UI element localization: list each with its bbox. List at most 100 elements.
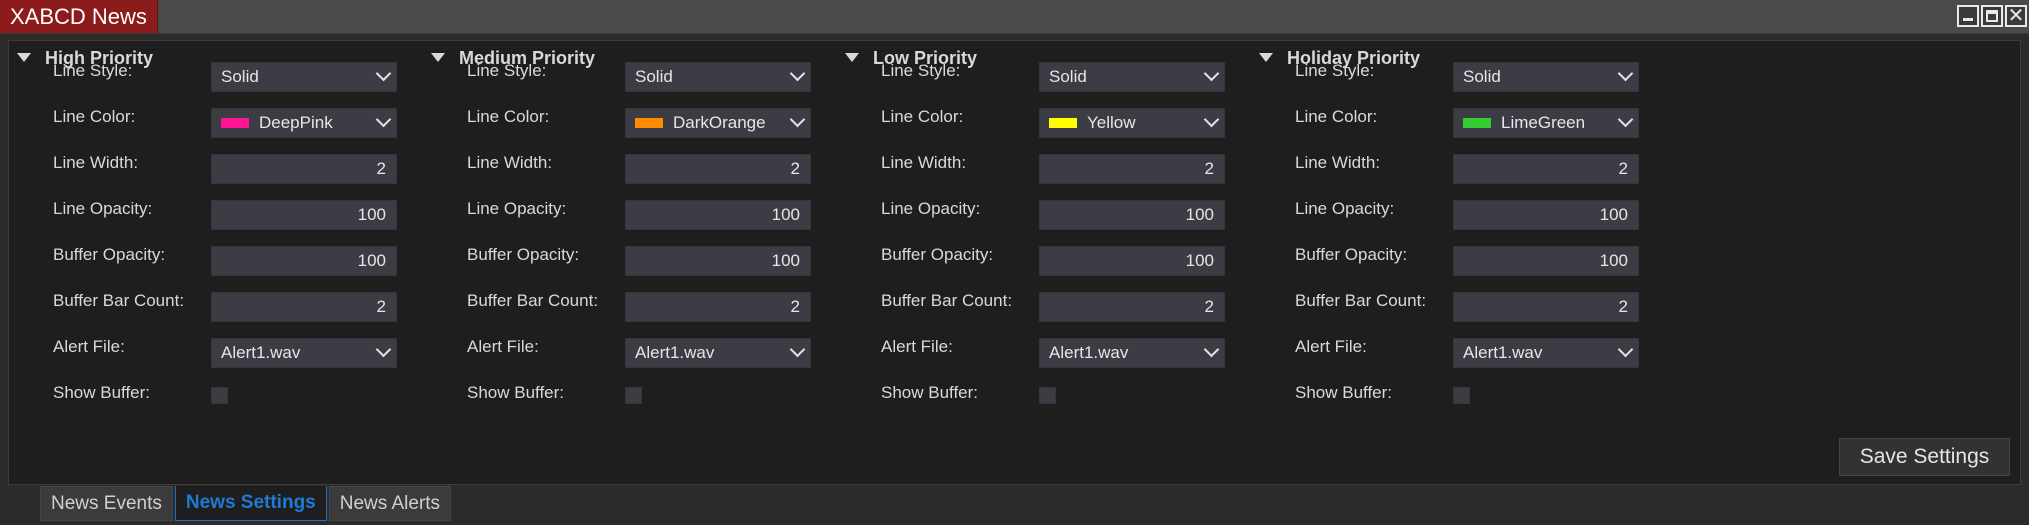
line-opacity-input[interactable]: 100 (211, 200, 397, 230)
setting-row: Buffer Opacity: 100 (423, 243, 843, 276)
setting-row: Buffer Opacity: 100 (1251, 243, 1671, 276)
alert-file-select[interactable]: Alert1.wav (625, 338, 811, 368)
line-width-value: 2 (1204, 159, 1214, 178)
setting-row: Line Style: Solid (1251, 59, 1671, 92)
priority-section: High Priority Line Style: Solid Line Color:… (9, 41, 429, 441)
line-color-select[interactable]: DeepPink (211, 108, 397, 138)
chevron-down-icon[interactable] (789, 111, 806, 128)
setting-row: Show Buffer: (1251, 381, 1671, 411)
buffer-bar-count-value: 2 (790, 297, 800, 316)
minimize-button[interactable] (1957, 5, 1979, 27)
setting-row: Alert File: Alert1.wav (423, 335, 843, 368)
show-buffer-checkbox[interactable] (211, 387, 228, 404)
alert-file-select[interactable]: Alert1.wav (211, 338, 397, 368)
line-style-select[interactable]: Solid (1453, 62, 1639, 92)
line-width-input[interactable]: 2 (1453, 154, 1639, 184)
chevron-down-icon[interactable] (1203, 111, 1220, 128)
line-width-value: 2 (376, 159, 386, 178)
alert-file-select[interactable]: Alert1.wav (1453, 338, 1639, 368)
line-style-label: Line Style: (467, 61, 547, 80)
chevron-down-icon[interactable] (1617, 111, 1634, 128)
setting-row: Line Color: DarkOrange (423, 105, 843, 138)
buffer-bar-count-value: 2 (376, 297, 386, 316)
close-button[interactable]: ✕ (2005, 5, 2027, 27)
tab-news-settings[interactable]: News Settings (174, 486, 327, 521)
chevron-down-icon[interactable] (1617, 341, 1634, 358)
setting-row: Buffer Bar Count: 2 (837, 289, 1257, 322)
chevron-down-icon[interactable] (789, 65, 806, 82)
alert-file-value: Alert1.wav (1463, 343, 1543, 362)
chevron-down-icon[interactable] (375, 341, 392, 358)
line-opacity-input[interactable]: 100 (625, 200, 811, 230)
setting-row: Alert File: Alert1.wav (9, 335, 429, 368)
show-buffer-label: Show Buffer: (1295, 383, 1393, 402)
line-style-value: Solid (1463, 67, 1501, 86)
alert-file-select[interactable]: Alert1.wav (1039, 338, 1225, 368)
window-controls: ✕ (1957, 5, 2027, 27)
chevron-down-icon[interactable] (1203, 65, 1220, 82)
chevron-down-icon[interactable] (375, 65, 392, 82)
buffer-opacity-value: 100 (1185, 251, 1214, 270)
alert-file-value: Alert1.wav (1049, 343, 1129, 362)
line-width-input[interactable]: 2 (211, 154, 397, 184)
line-opacity-value: 100 (1599, 205, 1628, 224)
buffer-opacity-input[interactable]: 100 (625, 246, 811, 276)
chevron-down-icon[interactable] (1203, 341, 1220, 358)
alert-file-label: Alert File: (881, 337, 953, 356)
line-style-select[interactable]: Solid (1039, 62, 1225, 92)
buffer-opacity-label: Buffer Opacity: (881, 245, 994, 264)
line-color-select[interactable]: DarkOrange (625, 108, 811, 138)
line-opacity-label: Line Opacity: (53, 199, 153, 218)
line-width-value: 2 (1618, 159, 1628, 178)
line-style-label: Line Style: (53, 61, 133, 80)
line-style-select[interactable]: Solid (625, 62, 811, 92)
maximize-button[interactable] (1981, 5, 2003, 27)
buffer-opacity-input[interactable]: 100 (211, 246, 397, 276)
setting-row: Line Color: Yellow (837, 105, 1257, 138)
chevron-down-icon[interactable] (789, 341, 806, 358)
line-opacity-value: 100 (357, 205, 386, 224)
line-color-value: Yellow (1087, 113, 1136, 132)
buffer-bar-count-input[interactable]: 2 (211, 292, 397, 322)
chevron-down-icon[interactable] (375, 111, 392, 128)
chevron-down-icon[interactable] (1617, 65, 1634, 82)
line-style-label: Line Style: (881, 61, 961, 80)
tab-news-events[interactable]: News Events (40, 486, 173, 521)
color-swatch (1049, 117, 1077, 128)
buffer-bar-count-input[interactable]: 2 (1453, 292, 1639, 322)
alert-file-value: Alert1.wav (635, 343, 715, 362)
save-settings-button[interactable]: Save Settings (1839, 438, 2010, 476)
buffer-opacity-input[interactable]: 100 (1039, 246, 1225, 276)
buffer-opacity-label: Buffer Opacity: (1295, 245, 1408, 264)
line-width-input[interactable]: 2 (625, 154, 811, 184)
line-opacity-input[interactable]: 100 (1039, 200, 1225, 230)
line-style-label: Line Style: (1295, 61, 1375, 80)
show-buffer-checkbox[interactable] (1453, 387, 1470, 404)
line-color-select[interactable]: Yellow (1039, 108, 1225, 138)
setting-row: Line Style: Solid (9, 59, 429, 92)
color-swatch (1463, 117, 1491, 128)
title-bar: XABCD News ✕ (0, 0, 2029, 34)
setting-row: Line Width: 2 (837, 151, 1257, 184)
buffer-opacity-value: 100 (1599, 251, 1628, 270)
line-opacity-input[interactable]: 100 (1453, 200, 1639, 230)
line-opacity-label: Line Opacity: (881, 199, 981, 218)
setting-row: Line Opacity: 100 (1251, 197, 1671, 230)
line-style-select[interactable]: Solid (211, 62, 397, 92)
buffer-bar-count-input[interactable]: 2 (1039, 292, 1225, 322)
line-width-input[interactable]: 2 (1039, 154, 1225, 184)
line-color-select[interactable]: LimeGreen (1453, 108, 1639, 138)
buffer-bar-count-value: 2 (1204, 297, 1214, 316)
buffer-opacity-input[interactable]: 100 (1453, 246, 1639, 276)
show-buffer-checkbox[interactable] (625, 387, 642, 404)
buffer-opacity-label: Buffer Opacity: (467, 245, 580, 264)
tab-news-alerts[interactable]: News Alerts (328, 486, 452, 521)
setting-row: Show Buffer: (423, 381, 843, 411)
line-style-value: Solid (1049, 67, 1087, 86)
line-color-value: LimeGreen (1501, 113, 1586, 132)
setting-row: Buffer Bar Count: 2 (9, 289, 429, 322)
buffer-bar-count-input[interactable]: 2 (625, 292, 811, 322)
priority-section: Low Priority Line Style: Solid Line Color: Y… (837, 41, 1257, 441)
show-buffer-checkbox[interactable] (1039, 387, 1056, 404)
line-color-value: DarkOrange (673, 113, 766, 132)
